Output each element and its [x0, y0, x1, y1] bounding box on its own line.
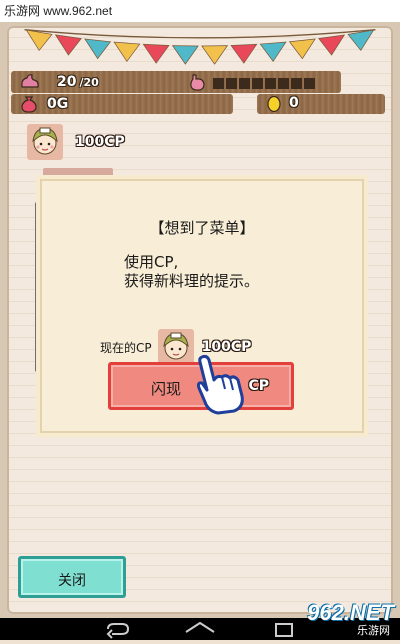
dialog-body: 使用CP, 获得新料理的提示。: [124, 253, 259, 291]
cp-row: 100CP: [27, 124, 125, 160]
egg-row: 0: [267, 94, 299, 112]
flash-button-label: 闪现: [151, 380, 182, 398]
watermark-top: 乐游网 www.962.net: [0, 0, 400, 22]
bunting-flag: [201, 45, 229, 65]
close-button-label: 关闭: [58, 573, 86, 589]
bunting-flag: [347, 29, 375, 52]
bunting-flag: [318, 34, 346, 56]
chef-girl-avatar-icon: [27, 124, 63, 160]
background-item-stub: [43, 168, 113, 178]
cp-value: 100CP: [75, 134, 125, 150]
tutorial-pointer-hand-icon: [196, 354, 244, 415]
bunting-flag: [113, 41, 141, 62]
close-button[interactable]: 关闭: [18, 556, 126, 598]
stamina-row: 20 /20: [19, 72, 99, 92]
bunting-flag: [230, 43, 258, 64]
bunting-flag: [259, 41, 287, 62]
watermark-bottom-sub: 乐游网: [357, 625, 390, 637]
money-value: 0G: [47, 96, 69, 112]
bunting-flag: [54, 34, 82, 56]
current-cp-label: 现在的CP: [100, 340, 152, 355]
stomach-icon: [190, 74, 205, 91]
muscle-icon: [21, 74, 39, 88]
bunting-flag: [25, 29, 53, 52]
bunting-flag: [171, 45, 199, 65]
dialog-body-line2: 获得新料理的提示。: [124, 272, 260, 290]
bunting-flag: [142, 43, 170, 64]
stamina-max: /20: [79, 75, 99, 89]
hunger-gauge: [213, 77, 315, 89]
chef-girl-avatar-icon: [157, 329, 194, 365]
bunting-flag: [288, 38, 316, 60]
recent-apps-icon[interactable]: [275, 623, 293, 637]
watermark-top-text: 乐游网 www.962.net: [4, 4, 113, 18]
home-icon[interactable]: [185, 621, 215, 633]
menu-idea-dialog: 【想到了菜单】 使用CP, 获得新料理的提示。 现在的CP 100CP 闪现 C…: [40, 179, 364, 433]
bunting-decoration: [24, 28, 376, 65]
stamina-value: 20: [57, 74, 77, 90]
hunger-row: [187, 73, 315, 93]
money-row: 0G: [19, 94, 68, 114]
back-icon[interactable]: [106, 623, 130, 639]
bunting-flag: [84, 38, 112, 60]
dialog-body-line1: 使用CP,: [124, 253, 179, 271]
golden-egg-icon: [267, 95, 281, 112]
money-bag-icon: [21, 96, 37, 113]
egg-value: 0: [289, 95, 299, 111]
dialog-title: 【想到了菜单】: [149, 219, 255, 237]
